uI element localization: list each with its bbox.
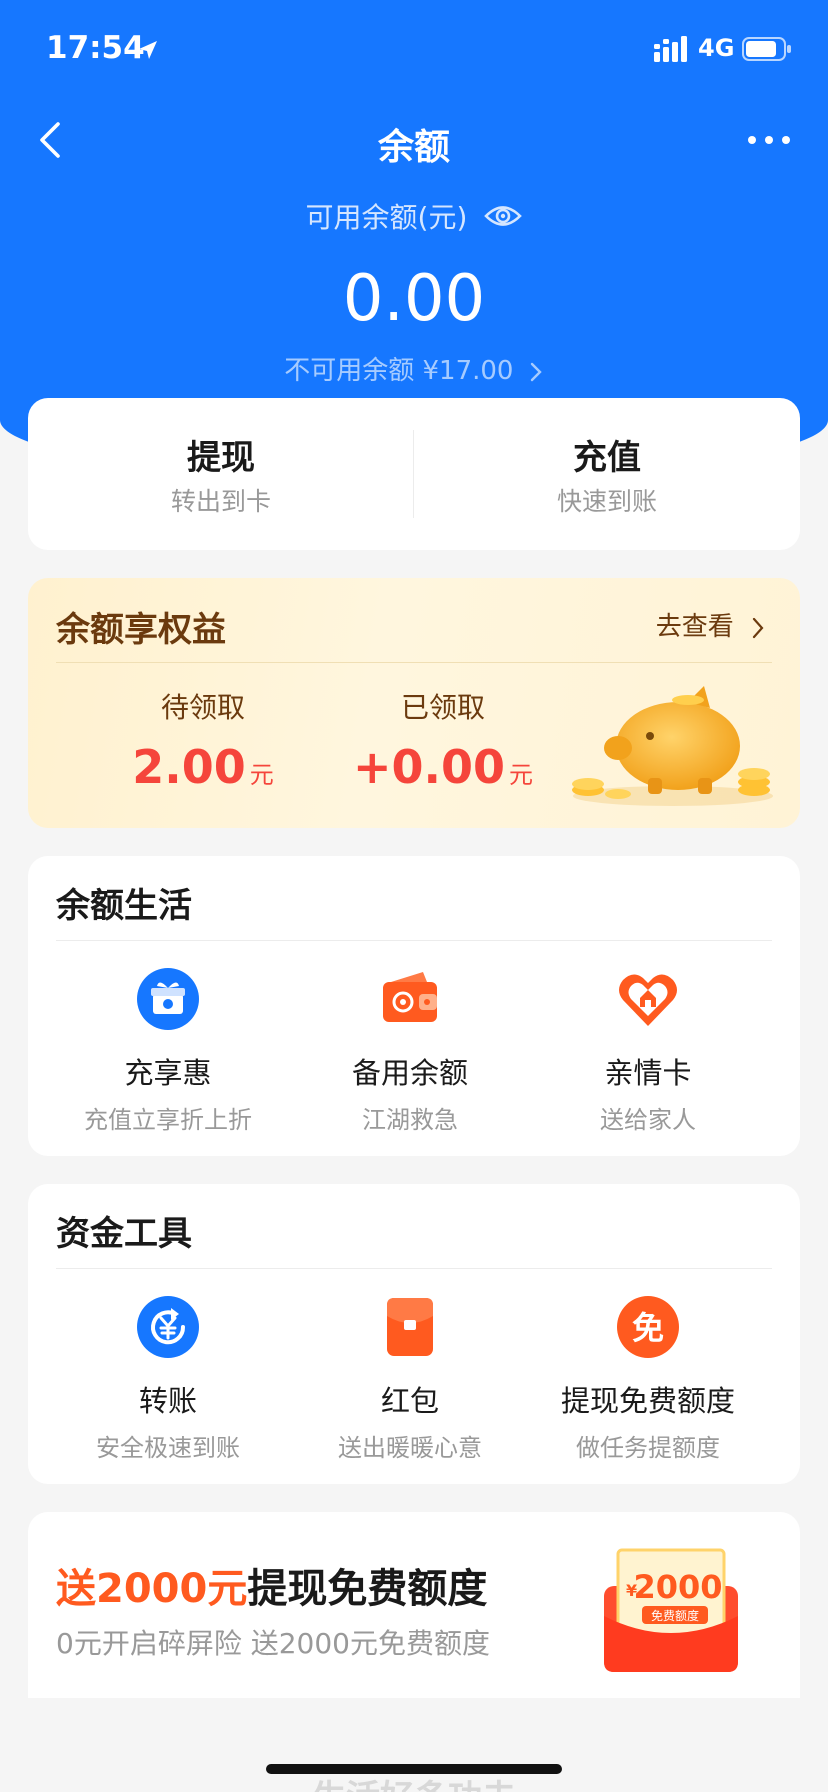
backup-balance-subtitle: 江湖救急 bbox=[362, 1106, 458, 1134]
balance-label: 可用余额(元) bbox=[305, 201, 468, 234]
family-card-title: 亲情卡 bbox=[604, 1056, 692, 1090]
backup-balance-title: 备用余额 bbox=[351, 1056, 468, 1090]
promo-highlight: 送2000元 bbox=[56, 1566, 248, 1612]
balance-rights-card[interactable]: 余额享权益 去查看 待领取 2.00 元 已领取 +0.00 元 bbox=[28, 578, 800, 828]
transfer-subtitle: 安全极速到账 bbox=[96, 1434, 240, 1462]
recharge-discount-item[interactable]: 充享惠 充值立享折上折 bbox=[48, 966, 288, 1135]
family-card-item[interactable]: 亲情卡 送给家人 bbox=[528, 966, 768, 1135]
gift-icon bbox=[137, 968, 199, 1030]
page-title: 余额 bbox=[377, 127, 450, 168]
section-divider bbox=[56, 940, 772, 941]
heart-home-icon bbox=[619, 974, 677, 1026]
claimed-reward: 已领取 +0.00 元 bbox=[328, 686, 558, 794]
recharge-subtitle: 快速到账 bbox=[556, 487, 657, 516]
balance-page: 17:54 4G 余额 可用余额(元) 0.00 不可用余额 ¥17.00 提现… bbox=[0, 0, 828, 1792]
free-withdraw-quota-item[interactable]: 免 提现免费额度 做任务提额度 bbox=[528, 1294, 768, 1463]
home-indicator[interactable] bbox=[266, 1764, 562, 1774]
recharge-title: 充值 bbox=[573, 438, 641, 478]
chevron-right-icon bbox=[530, 362, 542, 381]
recharge-discount-title: 充享惠 bbox=[124, 1056, 212, 1090]
more-options-icon[interactable] bbox=[744, 118, 794, 162]
withdraw-title: 提现 bbox=[187, 438, 255, 478]
signal-icon bbox=[654, 36, 687, 62]
transfer-icon bbox=[137, 1296, 199, 1358]
status-bar: 17:54 4G bbox=[0, 0, 828, 100]
pending-value-row: 2.00 元 bbox=[88, 740, 318, 794]
unavailable-balance-link[interactable]: 不可用余额 ¥17.00 bbox=[0, 350, 828, 387]
coupon-amount: 2000 bbox=[633, 1568, 722, 1606]
promo-title-rest: 提现免费额度 bbox=[247, 1566, 488, 1612]
rights-title: 余额享权益 bbox=[56, 610, 226, 650]
fund-tools-section: 资金工具 转账 安全极速到账 红包 送出暖暖心意 免 提现免费额度 做任务提额度 bbox=[28, 1184, 800, 1484]
red-packet-title: 红包 bbox=[380, 1384, 439, 1418]
pending-reward: 待领取 2.00 元 bbox=[88, 686, 318, 794]
rights-divider bbox=[56, 662, 772, 663]
actions-card: 提现 转出到卡 充值 快速到账 bbox=[28, 398, 800, 550]
unavailable-balance-text: 不可用余额 ¥17.00 bbox=[284, 356, 514, 386]
eye-toggle-icon[interactable] bbox=[484, 203, 523, 229]
battery-icon bbox=[742, 37, 791, 61]
balance-amount: 0.00 bbox=[342, 262, 486, 336]
free-icon: 免 bbox=[617, 1296, 679, 1358]
balance-label-row: 可用余额(元) bbox=[0, 196, 828, 236]
recharge-button[interactable]: 充值 快速到账 bbox=[414, 398, 800, 550]
claimed-value-row: +0.00 元 bbox=[328, 740, 558, 794]
nav-bar: 余额 bbox=[0, 100, 828, 180]
coupon-label: 免费额度 bbox=[651, 1608, 699, 1623]
transfer-item[interactable]: 转账 安全极速到账 bbox=[48, 1294, 288, 1463]
balance-life-section: 余额生活 充享惠 充值立享折上折 备用余额 江湖救急 亲情卡 送给家人 bbox=[28, 856, 800, 1156]
pending-label: 待领取 bbox=[160, 691, 245, 724]
claimed-unit: 元 bbox=[509, 761, 534, 789]
family-card-subtitle: 送给家人 bbox=[600, 1106, 696, 1134]
red-packet-icon bbox=[387, 1298, 433, 1356]
pending-value: 2.00 bbox=[132, 740, 246, 794]
claimed-label: 已领取 bbox=[400, 691, 485, 724]
section-title: 余额生活 bbox=[56, 886, 192, 926]
location-arrow-icon bbox=[139, 41, 157, 59]
wallet-icon bbox=[383, 972, 437, 1022]
withdraw-subtitle: 转出到卡 bbox=[170, 487, 271, 516]
network-type: 4G bbox=[698, 34, 735, 62]
piggy-bank-icon bbox=[572, 686, 773, 806]
withdraw-button[interactable]: 提现 转出到卡 bbox=[28, 398, 414, 550]
promo-title: 送2000元提现免费额度 bbox=[56, 1556, 487, 1614]
red-packet-subtitle: 送出暖暖心意 bbox=[338, 1434, 482, 1462]
promo-banner[interactable]: 送2000元提现免费额度 0元开启碎屏险 送2000元免费额度 ¥ 2000 免… bbox=[28, 1512, 800, 1698]
backup-balance-item[interactable]: 备用余额 江湖救急 bbox=[290, 966, 530, 1135]
free-icon-glyph: 免 bbox=[632, 1309, 664, 1347]
free-withdraw-quota-title: 提现免费额度 bbox=[560, 1384, 735, 1418]
section-divider bbox=[56, 1268, 772, 1269]
claimed-value: +0.00 bbox=[352, 740, 506, 794]
status-time: 17:54 bbox=[46, 30, 145, 66]
red-packet-coupon-icon: ¥ 2000 免费额度 bbox=[604, 1548, 738, 1672]
transfer-title: 转账 bbox=[138, 1384, 197, 1418]
rights-view-label: 去查看 bbox=[655, 612, 734, 642]
free-withdraw-quota-subtitle: 做任务提额度 bbox=[576, 1434, 720, 1462]
pending-unit: 元 bbox=[249, 761, 274, 789]
rights-view-link[interactable]: 去查看 bbox=[656, 606, 766, 643]
recharge-discount-subtitle: 充值立享折上折 bbox=[84, 1106, 252, 1134]
promo-subtitle: 0元开启碎屏险 送2000元免费额度 bbox=[56, 1627, 490, 1660]
red-packet-item[interactable]: 红包 送出暖暖心意 bbox=[290, 1294, 530, 1463]
chevron-right-icon bbox=[752, 617, 764, 638]
section-title: 资金工具 bbox=[56, 1214, 192, 1254]
